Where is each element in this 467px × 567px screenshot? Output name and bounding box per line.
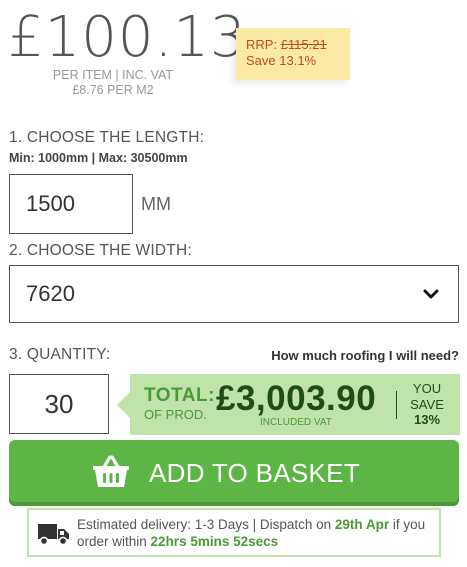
roofing-calculator-link[interactable]: How much roofing I will need? xyxy=(271,348,459,363)
length-unit: MM xyxy=(141,194,171,214)
total-savings: YOU SAVE 13% xyxy=(404,381,450,428)
length-input[interactable] xyxy=(9,174,133,234)
total-amount: £3,003.90 xyxy=(216,379,377,418)
total-vat-note: INCLUDED VAT xyxy=(260,417,332,428)
basket-icon xyxy=(93,455,129,487)
dispatch-date: 29th Apr xyxy=(334,517,390,532)
truck-icon xyxy=(38,524,69,546)
rrp-value: £115.21 xyxy=(280,37,327,52)
total-arrow xyxy=(117,392,130,418)
price-block: £100.13 PER ITEM | INC. VAT £8.76 PER M2 xyxy=(8,5,247,98)
delivery-prefix: Estimated delivery: 1-3 Days | Dispatch … xyxy=(77,517,332,532)
length-label: 1. CHOOSE THE LENGTH: xyxy=(9,129,205,146)
add-to-basket-label: ADD TO BASKET xyxy=(149,458,360,488)
rrp-badge: RRP: £115.21 Save 13.1% xyxy=(236,28,350,80)
width-label: 2. CHOOSE THE WIDTH: xyxy=(9,242,192,259)
total-sub-label: OF PROD. xyxy=(144,407,207,422)
total-save-label: YOU SAVE xyxy=(410,381,444,412)
width-select[interactable]: 7620 xyxy=(9,265,459,323)
price-per-item-note: PER ITEM | INC. VAT xyxy=(52,68,174,82)
total-save-pct: 13% xyxy=(413,412,441,427)
rrp-save: Save 13.1% xyxy=(246,53,317,68)
rrp-line: RRP: £115.21 xyxy=(246,37,340,53)
total-box: TOTAL: OF PROD. £3,003.90 INCLUDED VAT Y… xyxy=(130,374,460,435)
delivery-info: Estimated delivery: 1-3 Days | Dispatch … xyxy=(27,508,441,557)
unit-price: £100.13 xyxy=(8,5,247,70)
price-per-m2: £8.76 PER M2 xyxy=(72,83,154,97)
total-divider xyxy=(396,391,397,419)
quantity-input[interactable] xyxy=(9,374,109,434)
quantity-label: 3. QUANTITY: xyxy=(9,346,111,363)
width-selected-value: 7620 xyxy=(26,281,75,306)
chevron-down-icon xyxy=(423,289,439,299)
total-label: TOTAL: xyxy=(144,385,215,406)
delivery-text: Estimated delivery: 1-3 Days | Dispatch … xyxy=(77,516,437,550)
dispatch-countdown: 22hrs 5mins 52secs xyxy=(150,534,279,549)
rrp-label: RRP: xyxy=(246,37,278,52)
length-hint: Min: 1000mm | Max: 30500mm xyxy=(9,151,188,165)
add-to-basket-button[interactable]: ADD TO BASKET xyxy=(9,440,459,506)
